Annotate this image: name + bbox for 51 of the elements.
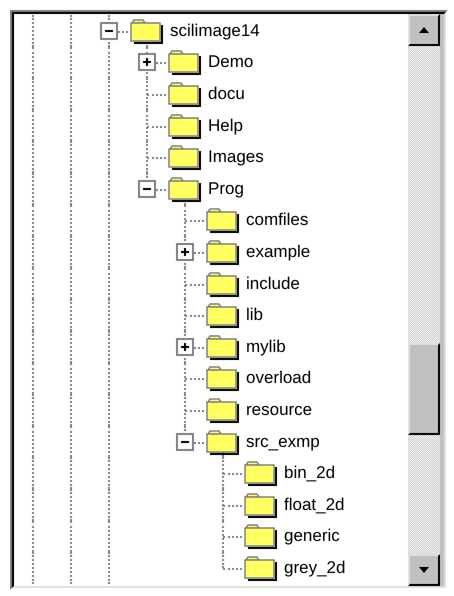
folder-label[interactable]: grey_2d: [280, 558, 350, 578]
plus-icon: [180, 342, 190, 352]
folder-icon: [206, 334, 240, 360]
plus-icon: [180, 246, 190, 257]
folder-icon: [244, 460, 278, 486]
folder-icon: [244, 492, 278, 518]
folder-label[interactable]: src_exmp: [242, 432, 324, 452]
scroll-thumb[interactable]: [408, 343, 440, 436]
scroll-up-button[interactable]: [408, 14, 440, 46]
folder-label[interactable]: generic: [280, 526, 344, 546]
collapse-toggle[interactable]: [100, 22, 118, 40]
up-arrow-icon: [418, 26, 430, 34]
folder-label[interactable]: resource: [242, 400, 316, 420]
folder-label[interactable]: Prog: [204, 178, 248, 199]
folder-icon: [206, 207, 240, 234]
folder-label[interactable]: include: [242, 274, 304, 294]
folder-label[interactable]: docu: [204, 84, 249, 104]
folder-icon: [206, 302, 240, 328]
folder-icon: [168, 144, 202, 170]
folder-label[interactable]: Demo: [204, 52, 258, 72]
folder-label[interactable]: comfiles: [242, 210, 312, 230]
folder-label[interactable]: example: [242, 242, 314, 262]
vertical-scrollbar[interactable]: [408, 14, 440, 586]
down-arrow-icon: [418, 566, 430, 574]
collapse-toggle[interactable]: [138, 180, 156, 198]
folder-label[interactable]: overload: [242, 368, 316, 388]
folder-label[interactable]: bin_2d: [280, 463, 340, 484]
folder-icon: [168, 176, 202, 202]
folder-icon: [206, 396, 240, 423]
folder-label[interactable]: scilimage14: [166, 20, 264, 41]
folder-icon: [206, 428, 240, 455]
folder-icon: [130, 18, 164, 44]
folder-label[interactable]: lib: [242, 305, 268, 326]
folder-label[interactable]: Help: [204, 116, 247, 136]
folder-icon: [206, 270, 240, 297]
plus-icon: [142, 57, 152, 68]
folder-icon: [168, 80, 202, 107]
expand-toggle[interactable]: [176, 338, 194, 356]
folder-label[interactable]: mylib: [242, 336, 290, 357]
folder-icon: [244, 523, 278, 550]
folder-icon: [244, 554, 278, 581]
folder-icon: [168, 49, 202, 76]
folder-label[interactable]: Images: [204, 147, 268, 168]
folder-icon: [168, 112, 202, 139]
collapse-toggle[interactable]: [176, 432, 194, 451]
scroll-down-button[interactable]: [408, 554, 440, 586]
folder-label[interactable]: float_2d: [280, 494, 348, 515]
expand-toggle[interactable]: [176, 242, 194, 261]
expand-toggle[interactable]: [138, 53, 156, 72]
folder-icon: [206, 365, 240, 392]
folder-icon: [206, 238, 240, 265]
